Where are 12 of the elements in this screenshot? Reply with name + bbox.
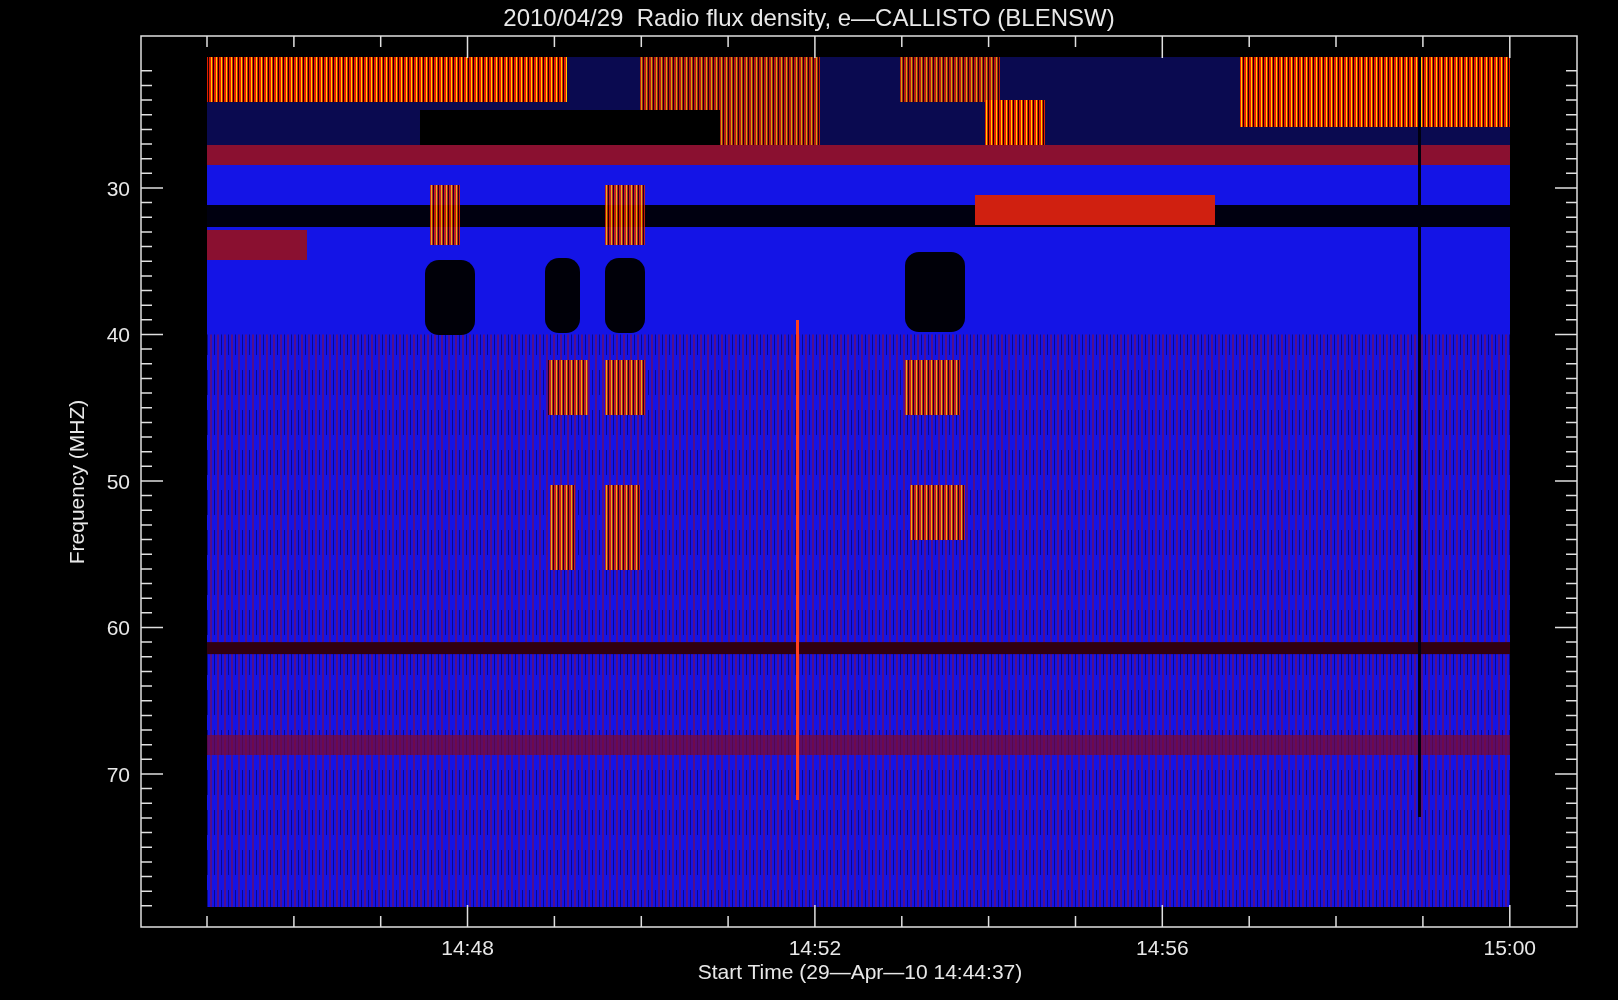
y-axis-title: Frequency (MHZ) [65,399,88,565]
y-tick-label: 60 [106,616,130,640]
x-tick-label: 14:56 [1136,936,1189,959]
y-tick-label: 70 [106,762,130,786]
y-tick-label: 50 [106,469,130,493]
plot-title: 2010/04/29 Radio flux density, e—CALLISTO (BLENSW) [503,4,1115,31]
x-tick-label: 15:00 [1483,936,1537,959]
x-axis-title: Start Time (29—Apr—10 14:44:37) [697,960,1023,983]
y-tick-label: 30 [106,176,130,200]
x-tick-label: 14:48 [441,936,494,959]
y-tick-label: 40 [106,323,130,347]
x-tick-label: 14:52 [788,936,842,959]
